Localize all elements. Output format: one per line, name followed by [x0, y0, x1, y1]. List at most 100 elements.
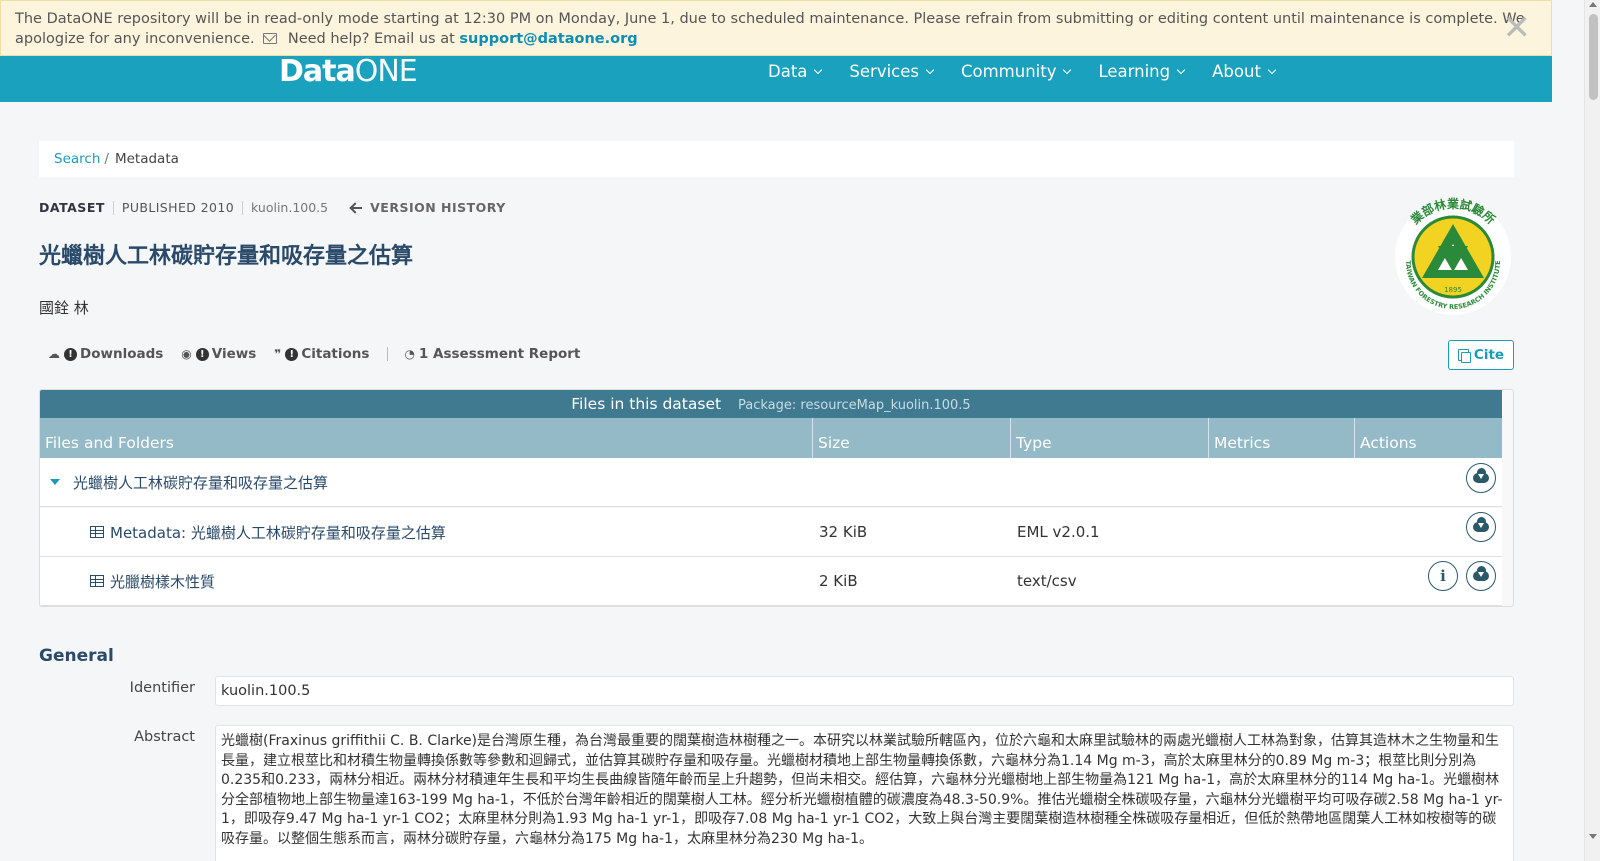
- dataset-meta-line: DATASET PUBLISHED 2010 kuolin.100.5 VERS…: [39, 200, 506, 215]
- assessment-report-link[interactable]: ◔ 1 Assessment Report: [404, 346, 580, 362]
- exclamation-icon: !: [285, 347, 299, 361]
- breadcrumb-search-link[interactable]: Search: [54, 151, 100, 167]
- divider: [242, 200, 244, 215]
- exclamation-icon: !: [195, 347, 209, 361]
- nav-learning-label: Learning: [1098, 62, 1171, 81]
- copy-icon: [1457, 349, 1471, 363]
- logo-data-text: Data: [279, 54, 356, 89]
- dataset-title: 光蠟樹人工林碳貯存量和吸存量之估算: [39, 244, 414, 269]
- identifier-value: kuolin.100.5: [215, 676, 1514, 706]
- divider: [387, 347, 389, 361]
- scroll-down-arrow-icon[interactable]: [1589, 834, 1597, 839]
- nav-community[interactable]: Community: [960, 62, 1072, 81]
- table-icon: [90, 526, 104, 538]
- cloud-download-icon: [1473, 566, 1489, 581]
- scroll-thumb[interactable]: [1589, 14, 1598, 100]
- support-email-link[interactable]: support@dataone.org: [459, 31, 637, 47]
- nav-learning[interactable]: Learning: [1098, 62, 1186, 81]
- quote-icon: ❞: [274, 347, 282, 361]
- dataset-identifier: kuolin.100.5: [251, 200, 329, 215]
- dataset-metrics: ☁ ! Downloads ◉ ! Views ❞ ! Citations ◔ …: [48, 346, 598, 362]
- identifier-label: Identifier: [129, 680, 195, 696]
- table-icon: [90, 575, 104, 587]
- cite-button[interactable]: Cite: [1448, 340, 1514, 370]
- maintenance-alert: The DataONE repository will be in read-o…: [0, 0, 1552, 56]
- dataone-logo[interactable]: DataONE: [279, 54, 418, 89]
- column-header-metrics: Metrics: [1209, 418, 1355, 458]
- version-history-label: VERSION HISTORY: [370, 200, 506, 215]
- column-header-type: Type: [1011, 418, 1209, 458]
- file-type: EML v2.0.1: [1017, 523, 1100, 541]
- dashboard-icon: ◔: [404, 347, 415, 361]
- file-name[interactable]: 光臘樹樣木性質: [110, 571, 215, 592]
- files-table-columns: Files and Folders Size Type Metrics Acti…: [40, 418, 1502, 458]
- envelope-icon: [263, 33, 278, 44]
- table-row: 光臘樹樣木性質 2 KiB text/csv i: [40, 557, 1502, 606]
- files-table-header: Files in this dataset Package: resourceM…: [40, 390, 1502, 418]
- dataset-author[interactable]: 國銓 林: [39, 297, 89, 318]
- files-header-title: Files in this dataset: [571, 395, 722, 413]
- assessment-count: 1: [418, 346, 429, 362]
- logo-year: 1895: [1444, 286, 1462, 294]
- file-name[interactable]: Metadata: 光蠟樹人工林碳貯存量和吸存量之估算: [110, 522, 446, 543]
- cloud-download-icon: [1473, 468, 1489, 483]
- download-button[interactable]: [1466, 463, 1496, 493]
- scroll-up-arrow-icon[interactable]: [1589, 2, 1597, 7]
- breadcrumb-separator: /: [104, 151, 109, 167]
- page-scrollbar[interactable]: [1584, 0, 1600, 861]
- package-id: Package: resourceMap_kuolin.100.5: [738, 398, 971, 413]
- chevron-down-icon: [814, 65, 823, 75]
- download-button[interactable]: [1466, 512, 1496, 542]
- nav-services-label: Services: [849, 62, 919, 81]
- column-header-size: Size: [813, 418, 1011, 458]
- close-icon[interactable]: ✕: [1503, 11, 1532, 45]
- column-header-actions: Actions: [1360, 434, 1417, 452]
- general-heading: General: [39, 646, 114, 666]
- downloads-metric[interactable]: ☁ ! Downloads: [48, 346, 163, 362]
- breadcrumb-current: Metadata: [114, 151, 179, 167]
- nav-data-label: Data: [768, 62, 808, 81]
- divider: [112, 200, 114, 215]
- download-button[interactable]: [1466, 561, 1496, 591]
- caret-down-icon[interactable]: [50, 479, 60, 485]
- alert-message: The DataONE repository will be in read-o…: [15, 11, 1525, 47]
- nav-about-label: About: [1212, 62, 1261, 81]
- breadcrumb: Search / Metadata: [39, 141, 1514, 177]
- nav-services[interactable]: Services: [849, 62, 935, 81]
- logo-one-text: ONE: [354, 54, 418, 89]
- abstract-label: Abstract: [134, 729, 195, 745]
- citations-metric[interactable]: ❞ ! Citations: [274, 346, 369, 362]
- folder-name[interactable]: 光蠟樹人工林碳貯存量和吸存量之估算: [73, 472, 328, 493]
- dataset-type-label: DATASET: [39, 200, 105, 215]
- table-row: 光蠟樹人工林碳貯存量和吸存量之估算: [40, 458, 1502, 507]
- file-size: 2 KiB: [819, 572, 858, 590]
- abstract-value: 光蠟樹(Fraxinus griffithii C. B. Clarke)是台灣…: [215, 725, 1514, 861]
- cloud-download-icon: ☁: [48, 347, 60, 361]
- chevron-down-icon: [1176, 65, 1186, 75]
- chevron-down-icon: [1267, 65, 1277, 75]
- eye-icon: ◉: [181, 347, 192, 361]
- alert-help-text: Need help? Email us at: [287, 31, 455, 47]
- cite-label: Cite: [1473, 347, 1505, 363]
- main-nav: Data Services Community Learning About: [768, 62, 1277, 81]
- chevron-down-icon: [1063, 65, 1072, 75]
- info-button[interactable]: i: [1428, 561, 1458, 591]
- table-row: Metadata: 光蠟樹人工林碳貯存量和吸存量之估算 32 KiB EML v…: [40, 508, 1502, 557]
- citations-label: Citations: [301, 346, 370, 362]
- taiwan-forestry-research-institute-logo: 業部林業試驗所 TAIWAN FORESTRY RESEARCH INSTITU…: [1395, 196, 1511, 315]
- exclamation-icon: !: [64, 347, 77, 361]
- views-metric[interactable]: ◉ ! Views: [181, 346, 256, 362]
- chevron-down-icon: [925, 65, 935, 75]
- nav-data[interactable]: Data: [768, 62, 823, 81]
- nav-community-label: Community: [960, 62, 1057, 81]
- published-label: PUBLISHED 2010: [121, 200, 235, 215]
- nav-about[interactable]: About: [1212, 62, 1277, 81]
- arrow-left-icon: [350, 203, 363, 213]
- info-icon: i: [1440, 567, 1446, 585]
- views-label: Views: [211, 346, 257, 362]
- column-header-files: Files and Folders: [40, 418, 813, 458]
- assessment-label: Assessment Report: [433, 346, 581, 362]
- file-size: 32 KiB: [819, 523, 868, 541]
- version-history-link[interactable]: VERSION HISTORY: [350, 200, 506, 215]
- downloads-label: Downloads: [80, 346, 164, 362]
